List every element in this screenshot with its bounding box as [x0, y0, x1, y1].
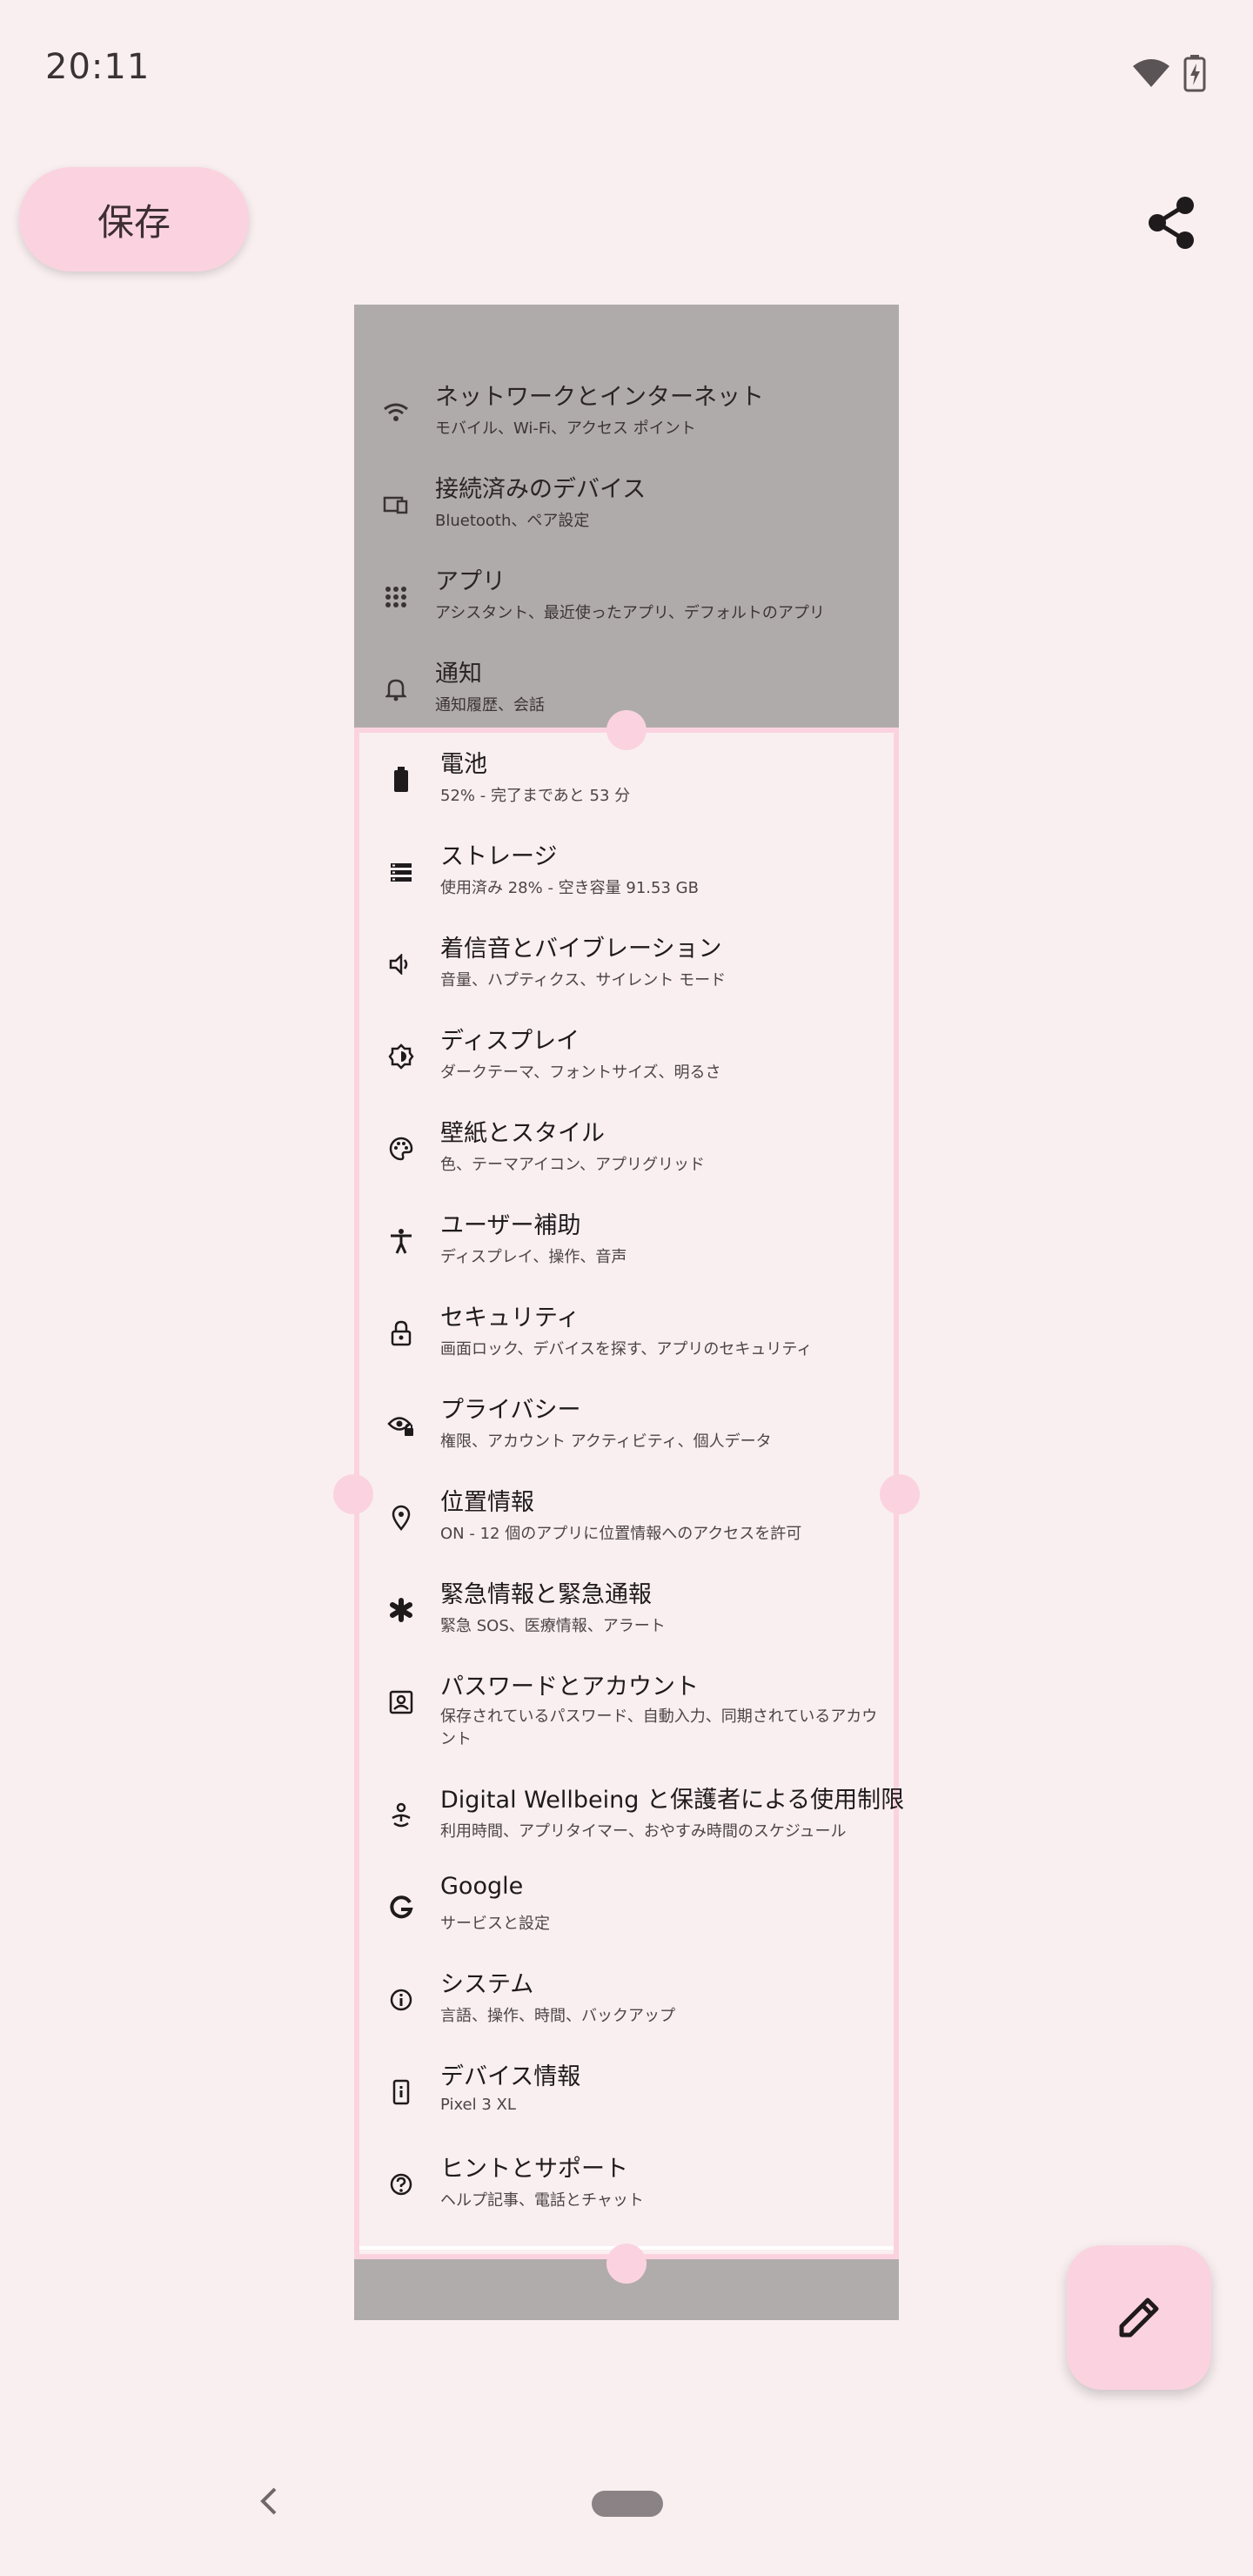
nav-home-pill[interactable]	[592, 2491, 663, 2517]
crop-handle-right[interactable]	[880, 1474, 920, 1514]
location-pin-icon	[385, 1502, 417, 1533]
settings-item-google: Google サービスと設定	[359, 1862, 904, 1955]
battery-icon	[385, 764, 417, 795]
crop-handle-top[interactable]	[606, 710, 647, 750]
privacy-eye-icon	[385, 1410, 417, 1441]
item-title: ストレージ	[440, 843, 558, 870]
share-icon	[1149, 197, 1194, 249]
item-subtitle: 利用時間、アプリタイマー、おやすみ時間のスケジュール	[440, 1822, 847, 1841]
wellbeing-icon	[385, 1800, 417, 1831]
item-subtitle: Bluetooth、ペア設定	[435, 512, 590, 530]
item-subtitle: 言語、操作、時間、バックアップ	[440, 2007, 675, 2025]
nav-back-button[interactable]	[252, 2484, 287, 2519]
apps-grid-icon	[380, 581, 412, 613]
brightness-icon	[385, 1041, 417, 1072]
settings-item-digital-wellbeing: Digital Wellbeing と保護者による使用制限 利用時間、アプリタイ…	[359, 1770, 904, 1862]
crop-selection[interactable]: 電池 52% - 完了まであと 53 分 ストレージ 使用済み 28% - 空き…	[354, 728, 904, 2259]
status-bar: 20:11	[0, 0, 1253, 148]
item-subtitle: Pixel 3 XL	[440, 2096, 516, 2114]
bell-icon	[380, 674, 412, 705]
accessibility-icon	[385, 1225, 417, 1257]
palette-icon	[385, 1133, 417, 1164]
item-subtitle: 通知履歴、会話	[435, 696, 545, 714]
item-title: プライバシー	[440, 1397, 581, 1424]
storage-icon	[385, 856, 417, 888]
google-g-icon	[385, 1892, 417, 1923]
item-subtitle: 保存されているパスワード、自動入力、同期されているアカウント	[440, 1707, 878, 1748]
item-title: 接続済みのデバイス	[435, 476, 647, 503]
settings-item-security: セキュリティ 画面ロック、デバイスを探す、アプリのセキュリティ	[359, 1288, 904, 1380]
edit-button[interactable]	[1067, 2245, 1211, 2390]
item-subtitle: ヘルプ記事、電話とチャット	[440, 2191, 644, 2210]
volume-icon	[385, 949, 417, 980]
settings-item-display: ディスプレイ ダークテーマ、フォントサイズ、明るさ	[359, 1011, 904, 1104]
item-title: ユーザー補助	[440, 1212, 581, 1239]
item-subtitle: 緊急 SOS、医療情報、アラート	[440, 1617, 666, 1635]
save-button[interactable]: 保存	[19, 167, 249, 272]
settings-item-apps: アプリ アシスタント、最近使ったアプリ、デフォルトのアプリ	[354, 552, 899, 644]
wifi-signal-icon	[1133, 59, 1169, 87]
item-subtitle: ディスプレイ、操作、音声	[440, 1248, 627, 1266]
item-title: 壁紙とスタイル	[440, 1120, 605, 1147]
lock-icon	[385, 1318, 417, 1349]
item-subtitle: サービスと設定	[440, 1915, 550, 1933]
back-chevron-icon	[260, 2487, 277, 2515]
item-subtitle: 使用済み 28% - 空き容量 91.53 GB	[440, 879, 699, 897]
info-icon	[385, 1984, 417, 2016]
item-subtitle: 色、テーマアイコン、アプリグリッド	[440, 1156, 706, 1174]
devices-icon	[380, 489, 412, 520]
settings-item-tips-support: ヒントとサポート ヘルプ記事、電話とチャット	[359, 2139, 904, 2231]
item-title: Digital Wellbeing と保護者による使用制限	[440, 1787, 905, 1814]
item-subtitle: モバイル、Wi-Fi、アクセス ポイント	[435, 419, 696, 438]
settings-item-sound: 着信音とバイブレーション 音量、ハプティクス、サイレント モード	[359, 919, 904, 1011]
battery-charging-icon	[1183, 55, 1206, 92]
item-subtitle: 52% - 完了まであと 53 分	[440, 787, 631, 805]
item-subtitle: 音量、ハプティクス、サイレント モード	[440, 971, 727, 989]
help-icon	[385, 2169, 417, 2200]
item-subtitle: 権限、アカウント アクティビティ、個人データ	[440, 1432, 772, 1451]
share-button[interactable]	[1128, 179, 1215, 266]
settings-item-storage: ストレージ 使用済み 28% - 空き容量 91.53 GB	[359, 827, 904, 919]
pencil-icon	[1119, 2298, 1159, 2338]
settings-item-emergency: 緊急情報と緊急通報 緊急 SOS、医療情報、アラート	[359, 1565, 904, 1657]
item-subtitle: ダークテーマ、フォントサイズ、明るさ	[440, 1063, 721, 1082]
item-title: 緊急情報と緊急通報	[440, 1581, 652, 1608]
item-title: パスワードとアカウント	[440, 1674, 699, 1701]
settings-item-passwords-accounts: パスワードとアカウント 保存されているパスワード、自動入力、同期されているアカウ…	[359, 1657, 904, 1770]
item-title: 通知	[435, 661, 482, 688]
item-title: ディスプレイ	[440, 1028, 580, 1055]
settings-item-accessibility: ユーザー補助 ディスプレイ、操作、音声	[359, 1196, 904, 1288]
item-title: システム	[440, 1971, 534, 1998]
item-title: Google	[440, 1873, 524, 1900]
item-subtitle: アシスタント、最近使ったアプリ、デフォルトのアプリ	[435, 604, 825, 622]
item-title: デバイス情報	[440, 2063, 581, 2090]
item-title: アプリ	[435, 568, 506, 595]
settings-item-system: システム 言語、操作、時間、バックアップ	[359, 1955, 904, 2047]
settings-item-device-info: デバイス情報 Pixel 3 XL	[359, 2047, 904, 2139]
account-box-icon	[385, 1687, 417, 1718]
item-title: ヒントとサポート	[440, 2156, 628, 2183]
settings-item-privacy: プライバシー 権限、アカウント アクティビティ、個人データ	[359, 1380, 904, 1472]
settings-item-location: 位置情報 ON - 12 個のアプリに位置情報へのアクセスを許可	[359, 1472, 904, 1565]
crop-handle-left[interactable]	[333, 1474, 373, 1514]
settings-item-network: ネットワークとインターネット モバイル、Wi-Fi、アクセス ポイント	[354, 367, 899, 460]
item-title: 着信音とバイブレーション	[440, 936, 722, 963]
item-subtitle: ON - 12 個のアプリに位置情報へのアクセスを許可	[440, 1525, 802, 1543]
settings-item-connected-devices: 接続済みのデバイス Bluetooth、ペア設定	[354, 460, 899, 552]
item-title: ネットワークとインターネット	[435, 384, 764, 411]
item-title: セキュリティ	[440, 1305, 580, 1332]
wifi-icon	[380, 397, 412, 428]
crop-handle-bottom[interactable]	[606, 2244, 647, 2284]
settings-item-wallpaper: 壁紙とスタイル 色、テーマアイコン、アプリグリッド	[359, 1104, 904, 1196]
item-subtitle: 画面ロック、デバイスを探す、アプリのセキュリティ	[440, 1340, 813, 1358]
clock: 20:11	[45, 47, 151, 87]
item-title: 電池	[440, 751, 487, 778]
phone-info-icon	[385, 2076, 417, 2108]
emergency-asterisk-icon	[385, 1594, 417, 1626]
item-title: 位置情報	[440, 1489, 534, 1516]
